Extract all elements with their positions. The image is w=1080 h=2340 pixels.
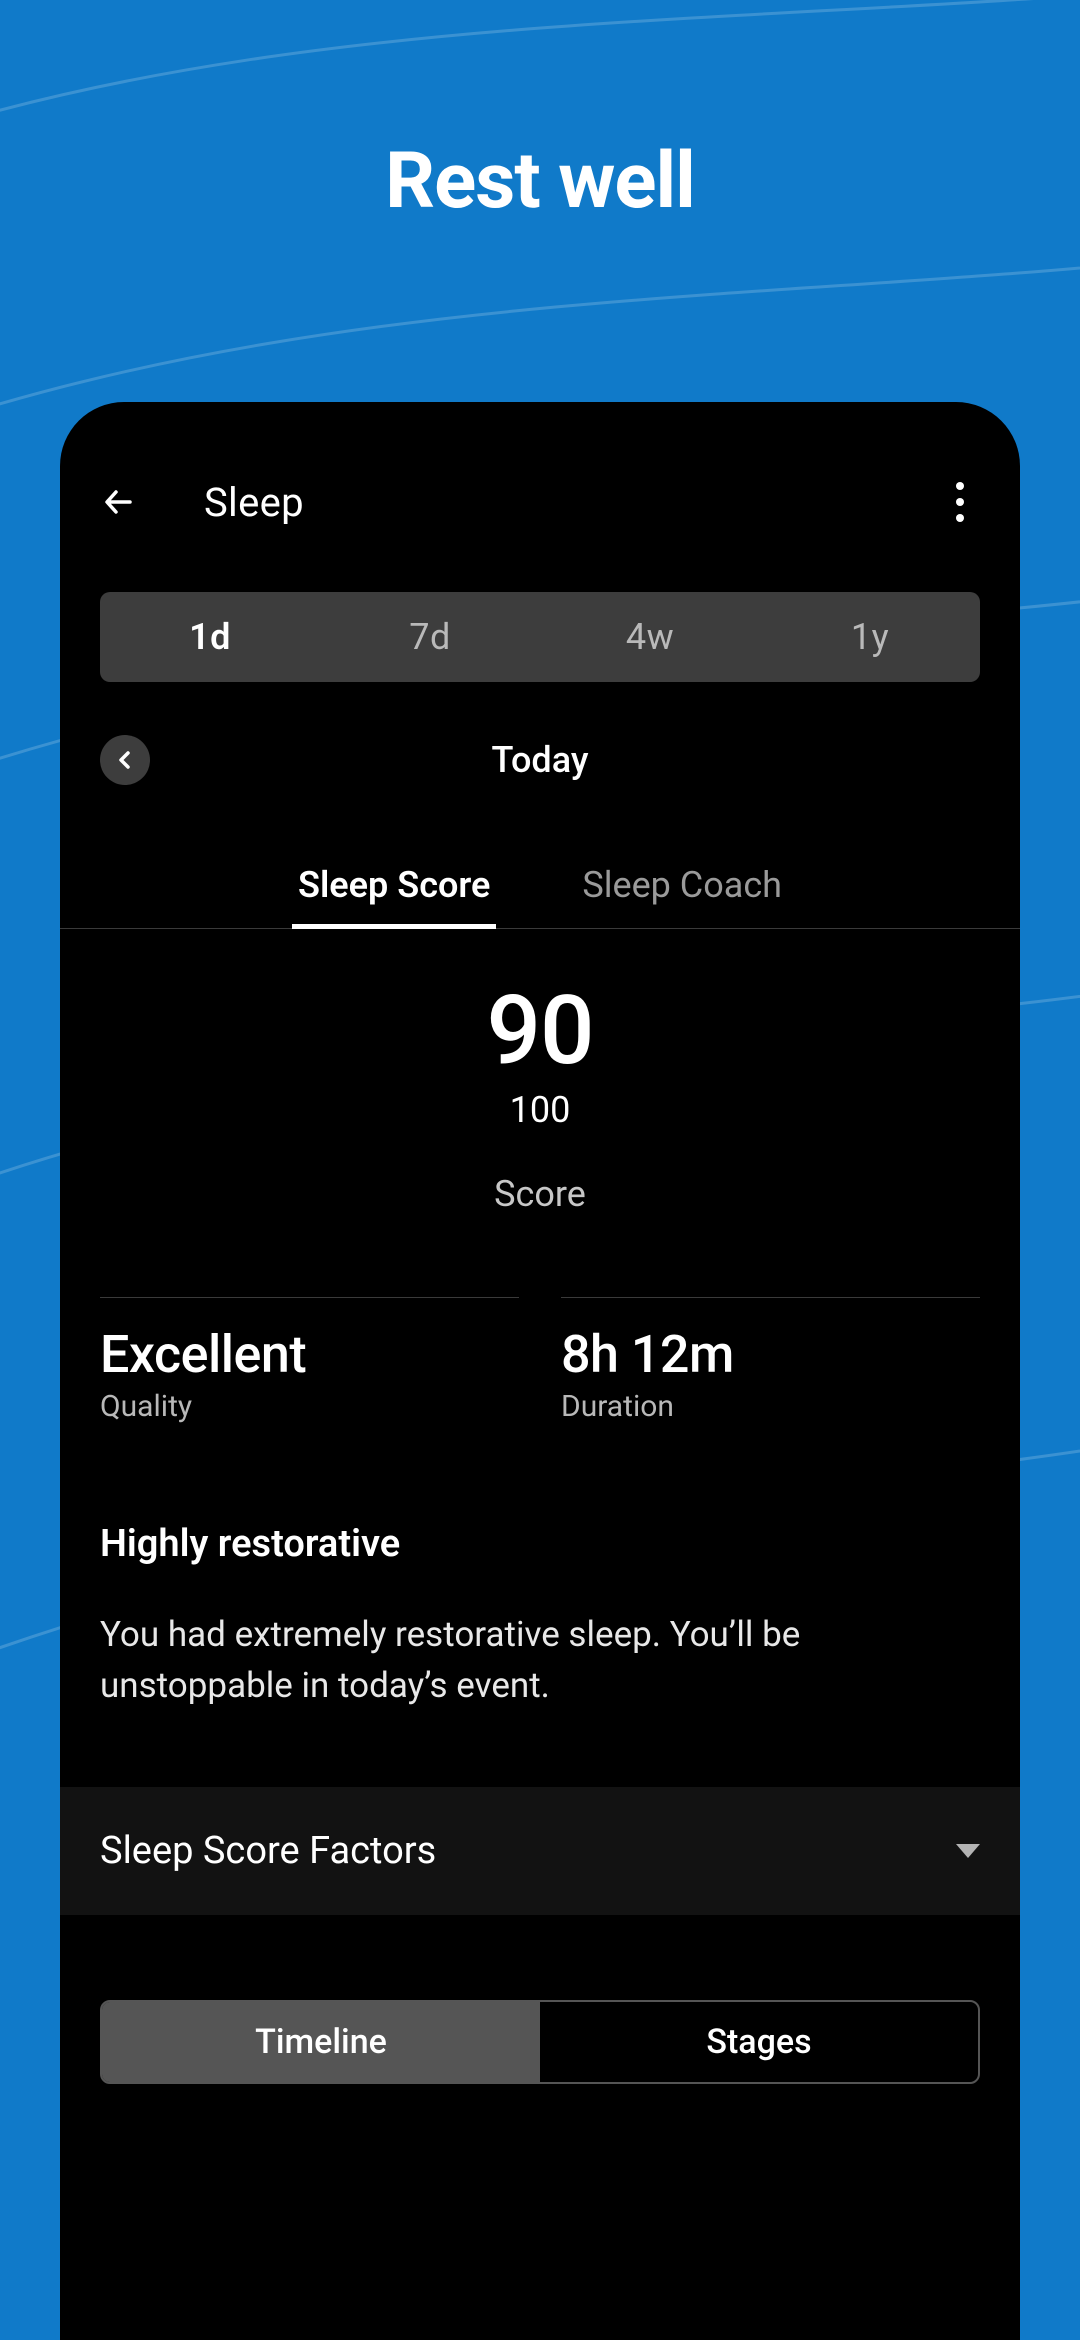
- factors-label: Sleep Score Factors: [100, 1829, 436, 1873]
- score-label: Score: [60, 1173, 1020, 1215]
- range-tab-1y[interactable]: 1y: [760, 592, 980, 682]
- sleep-score-factors-toggle[interactable]: Sleep Score Factors: [60, 1786, 1020, 1916]
- view-tab-stages[interactable]: Stages: [540, 2002, 978, 2082]
- date-nav: Today: [60, 730, 1020, 790]
- stats-row: Excellent Quality 8h 12m Duration: [100, 1297, 980, 1424]
- sleep-tabs: Sleep Score Sleep Coach: [60, 864, 1020, 929]
- back-button[interactable]: [92, 474, 148, 530]
- summary-body: You had extremely restorative sleep. You…: [100, 1610, 980, 1712]
- tab-sleep-score[interactable]: Sleep Score: [292, 864, 496, 929]
- tab-sleep-coach[interactable]: Sleep Coach: [576, 864, 788, 929]
- chevron-down-icon: [956, 1844, 980, 1858]
- device-frame: Sleep 1d 7d 4w 1y Today Sleep Score Slee…: [60, 402, 1020, 2340]
- quality-label: Quality: [100, 1389, 519, 1424]
- stat-quality: Excellent Quality: [100, 1297, 519, 1424]
- chart-view-segment: Timeline Stages: [100, 2000, 980, 2084]
- page-title: Sleep: [204, 479, 932, 526]
- range-tab-1d[interactable]: 1d: [100, 592, 320, 682]
- summary-block: Highly restorative You had extremely res…: [100, 1522, 980, 1712]
- range-tab-4w[interactable]: 4w: [540, 592, 760, 682]
- hero-title: Rest well: [0, 136, 1080, 227]
- arrow-left-icon: [100, 482, 140, 522]
- score-block: 90 100 Score: [60, 983, 1020, 1215]
- quality-value: Excellent: [100, 1324, 519, 1385]
- overflow-menu-button[interactable]: [932, 474, 988, 530]
- stat-duration: 8h 12m Duration: [561, 1297, 980, 1424]
- time-range-segment: 1d 7d 4w 1y: [100, 592, 980, 682]
- more-vertical-icon: [956, 482, 964, 522]
- duration-label: Duration: [561, 1389, 980, 1424]
- previous-day-button[interactable]: [100, 735, 150, 785]
- duration-value: 8h 12m: [561, 1324, 980, 1385]
- score-value: 90: [60, 983, 1020, 1079]
- date-label: Today: [492, 739, 589, 781]
- summary-title: Highly restorative: [100, 1522, 980, 1566]
- view-tab-timeline[interactable]: Timeline: [102, 2002, 540, 2082]
- chevron-left-icon: [113, 748, 137, 772]
- score-max: 100: [60, 1089, 1020, 1131]
- app-bar: Sleep: [60, 402, 1020, 542]
- range-tab-7d[interactable]: 7d: [320, 592, 540, 682]
